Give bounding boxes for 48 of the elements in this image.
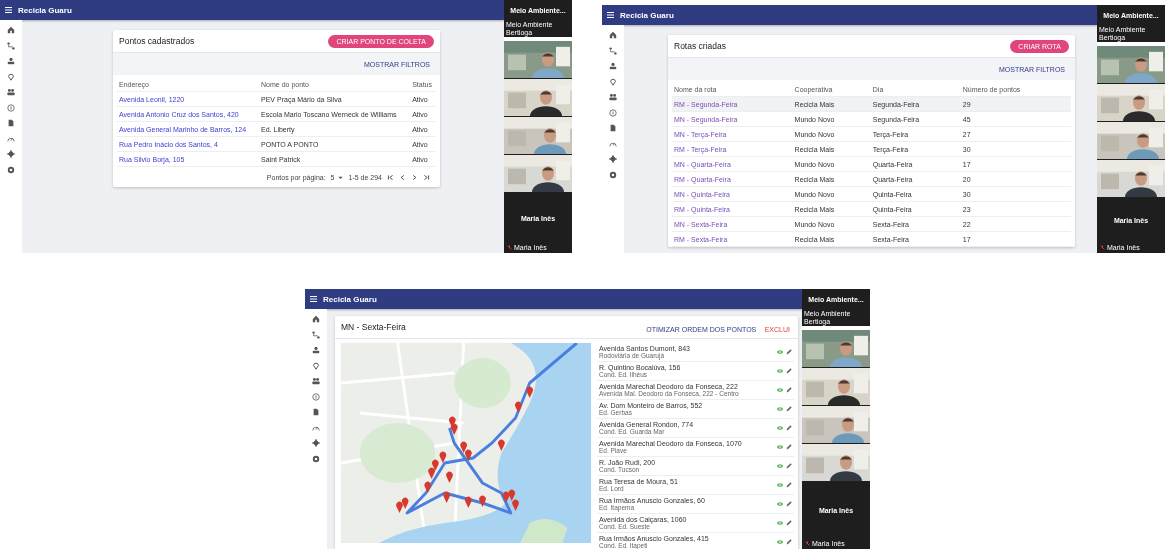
info-icon[interactable] [7, 103, 15, 112]
home-icon[interactable] [609, 31, 617, 39]
document-icon[interactable] [312, 408, 320, 416]
route-icon[interactable] [609, 46, 617, 55]
info-icon[interactable] [609, 108, 617, 117]
pencil-icon[interactable] [786, 463, 792, 469]
document-icon[interactable] [609, 124, 617, 132]
previous-icon[interactable] [399, 173, 406, 181]
person-icon[interactable] [609, 62, 617, 70]
card-title: Pontos cadastrados [119, 36, 195, 46]
pencil-icon[interactable] [786, 349, 792, 355]
app-title: Recicla Guaru [323, 294, 377, 304]
settings-icon[interactable] [7, 165, 15, 174]
pencil-icon[interactable] [786, 368, 792, 374]
pencil-icon[interactable] [786, 539, 792, 545]
info-icon[interactable] [312, 392, 320, 401]
group-icon[interactable] [312, 377, 320, 385]
app-title: Recicla Guaru [18, 5, 72, 15]
pencil-icon[interactable] [786, 520, 792, 526]
pencil-icon[interactable] [786, 501, 792, 507]
document-icon[interactable] [7, 119, 15, 127]
pin-icon[interactable] [609, 77, 617, 86]
menu-icon[interactable] [5, 7, 12, 13]
app-title: Recicla Guaru [620, 10, 674, 20]
route-icon[interactable] [7, 41, 15, 50]
first-page-icon[interactable] [387, 173, 394, 181]
last-page-icon[interactable] [423, 173, 430, 181]
menu-icon[interactable] [310, 296, 317, 302]
person-icon[interactable] [312, 346, 320, 354]
pencil-icon[interactable] [786, 387, 792, 393]
pencil-icon[interactable] [786, 406, 792, 412]
menu-icon[interactable] [607, 12, 614, 18]
pencil-icon[interactable] [786, 482, 792, 488]
group-icon[interactable] [7, 88, 15, 96]
next-icon[interactable] [411, 173, 418, 181]
route-icon[interactable] [312, 330, 320, 339]
person-icon[interactable] [7, 57, 15, 65]
settings-icon[interactable] [609, 170, 617, 179]
settings-icon[interactable] [312, 454, 320, 463]
home-icon[interactable] [7, 26, 15, 34]
pin-icon[interactable] [312, 361, 320, 370]
pencil-icon[interactable] [786, 425, 792, 431]
group-icon[interactable] [609, 93, 617, 101]
pencil-icon[interactable] [786, 444, 792, 450]
pin-icon[interactable] [7, 72, 15, 81]
card-title: Rotas criadas [674, 41, 726, 51]
card-title: MN - Sexta-Feira [341, 322, 406, 332]
home-icon[interactable] [312, 315, 320, 323]
